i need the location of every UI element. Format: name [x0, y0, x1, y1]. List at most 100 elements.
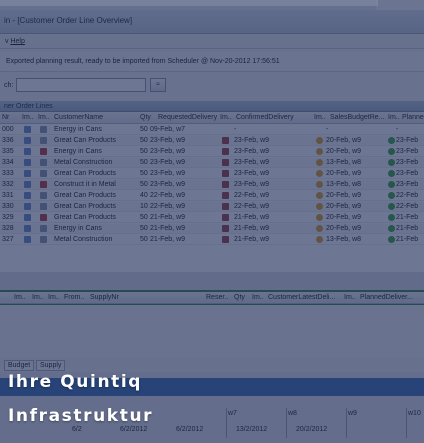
tab-budget[interactable]: Budget: [4, 360, 35, 371]
order-type-icon: [24, 137, 31, 144]
supply-grid-header: Im.. Im.. Im.. From.. SupplyNr Reser.. Q…: [0, 292, 424, 304]
cell-qty: 50: [140, 137, 148, 144]
cell-requested-delivery: 23-Feb, w9: [150, 137, 186, 144]
gantt-date-label: 13/2/2012: [236, 426, 268, 433]
column-header-requested-delivery[interactable]: RequestedDelivery: [158, 114, 217, 121]
sub-column-supply-nr[interactable]: SupplyNr: [90, 294, 119, 301]
truck-icon: [222, 203, 229, 210]
order-type-icon: [24, 159, 31, 166]
cell-requested-delivery: 22-Feb, w9: [150, 203, 186, 210]
cell-nr: 333: [2, 170, 14, 177]
order-type-icon: [24, 236, 31, 243]
cell-sales-budget: 20-Feb, w9: [326, 203, 362, 210]
table-row[interactable]: 336 Great Can Products 50 23-Feb, w9 23-Feb,…: [0, 136, 424, 146]
order-type-icon: [24, 170, 31, 177]
table-row[interactable]: 000 Energy in Cans 50 09-Feb, w7 - - -: [0, 125, 424, 135]
column-header-nr[interactable]: Nr: [2, 114, 9, 121]
cell-qty: 50: [140, 225, 148, 232]
cell-requested-delivery: 21-Feb, w9: [150, 214, 186, 221]
tab-bar: Budget Supply: [0, 358, 424, 372]
table-row[interactable]: 332 Construct it in Metal 50 23-Feb, w9 23-F…: [0, 180, 424, 190]
cell-nr: 327: [2, 236, 14, 243]
status-line: Exported planning result, ready to be im…: [0, 52, 424, 72]
cell-customer-name: Great Can Products: [54, 203, 116, 210]
menu-bar: v Help: [0, 35, 424, 49]
sub-column-im-3[interactable]: Im..: [48, 294, 60, 301]
gantt-week-label: w10: [408, 410, 421, 417]
cell-planned: 21-Feb: [396, 214, 419, 221]
sub-column-customer-latest-deli[interactable]: CustomerLatestDeli...: [268, 294, 335, 301]
column-header-sales-budget[interactable]: SalesBudgetRe...: [330, 114, 384, 121]
cell-sales-budget: 20-Feb, w9: [326, 137, 362, 144]
search-button[interactable]: ≈: [150, 78, 166, 92]
cell-confirmed-delivery: 23-Feb, w9: [234, 137, 270, 144]
column-header-im-1[interactable]: Im..: [22, 114, 34, 121]
top-strip: [0, 0, 424, 10]
product-icon: [40, 225, 47, 232]
table-row[interactable]: 333 Great Can Products 50 23-Feb, w9 23-Feb,…: [0, 169, 424, 179]
sub-column-from[interactable]: From..: [64, 294, 84, 301]
status-message: Exported planning result, ready to be im…: [6, 58, 280, 65]
lower-splitter[interactable]: [0, 272, 424, 290]
cell-planned: 23-Feb: [396, 181, 419, 188]
cell-customer-name: Metal Construction: [54, 159, 113, 166]
product-icon: [40, 236, 47, 243]
planned-status-icon: [388, 236, 395, 243]
column-header-confirmed-delivery[interactable]: ConfirmedDelivery: [236, 114, 294, 121]
cell-confirmed-delivery: 21-Feb, w9: [234, 225, 270, 232]
column-header-im-4[interactable]: Im..: [314, 114, 326, 121]
column-header-qty[interactable]: Qty: [140, 114, 151, 121]
gantt-week-label: w9: [348, 410, 357, 417]
column-header-customer-name[interactable]: CustomerName: [54, 114, 103, 121]
sub-column-qty[interactable]: Qty: [234, 294, 245, 301]
column-header-im-3[interactable]: Im..: [220, 114, 232, 121]
sub-column-reser[interactable]: Reser..: [206, 294, 228, 301]
table-row[interactable]: 329 Great Can Products 50 21-Feb, w9 21-Feb,…: [0, 213, 424, 223]
table-row[interactable]: 335 Energy in Cans 50 23-Feb, w9 23-Feb, w9 2…: [0, 147, 424, 157]
cell-qty: 50: [140, 126, 148, 133]
order-type-icon: [24, 203, 31, 210]
cell-qty: 50: [140, 181, 148, 188]
cell-confirmed-delivery: 23-Feb, w9: [234, 148, 270, 155]
cell-nr: 332: [2, 181, 14, 188]
sub-column-im-4[interactable]: Im..: [252, 294, 264, 301]
table-row[interactable]: 334 Metal Construction 50 23-Feb, w9 23-Feb,…: [0, 158, 424, 168]
gantt-week-divider: [286, 408, 287, 438]
supply-grid-body: [0, 305, 424, 357]
order-type-icon: [24, 192, 31, 199]
table-row[interactable]: 327 Metal Construction 50 21-Feb, w9 21-Feb,…: [0, 235, 424, 245]
cell-requested-delivery: 23-Feb, w9: [150, 148, 186, 155]
cell-sales-budget: -: [326, 126, 329, 133]
cell-planned: 23-Feb: [396, 159, 419, 166]
cell-sales-budget: 20-Feb, w9: [326, 225, 362, 232]
column-header-im-2[interactable]: Im..: [38, 114, 50, 121]
cell-nr: 330: [2, 203, 14, 210]
tab-supply[interactable]: Supply: [36, 360, 66, 371]
menu-help[interactable]: v Help: [5, 38, 25, 45]
cell-qty: 50: [140, 236, 148, 243]
sub-column-planned-deliver[interactable]: PlannedDeliver...: [360, 294, 413, 301]
search-label: ch:: [4, 82, 14, 89]
gantt-date-label: 6/2/2012: [176, 426, 204, 433]
search-input[interactable]: [16, 78, 146, 92]
truck-icon: [222, 225, 229, 232]
budget-status-icon: [316, 236, 323, 243]
budget-status-icon: [316, 192, 323, 199]
planned-status-icon: [388, 148, 395, 155]
cell-qty: 40: [140, 192, 148, 199]
table-row[interactable]: 330 Great Can Products 10 22-Feb, w9 22-Feb,…: [0, 202, 424, 212]
sub-column-im-5[interactable]: Im..: [344, 294, 356, 301]
cell-qty: 50: [140, 148, 148, 155]
column-header-im-5[interactable]: Im..: [388, 114, 400, 121]
cell-nr: 335: [2, 148, 14, 155]
cell-customer-name: Great Can Products: [54, 170, 116, 177]
sub-column-im-1[interactable]: Im..: [14, 294, 26, 301]
cell-nr: 334: [2, 159, 14, 166]
order-type-icon: [24, 126, 31, 133]
cell-planned: 23-Feb: [396, 137, 419, 144]
table-row[interactable]: 328 Energy in Cans 50 21-Feb, w9 21-Feb, w9 2…: [0, 224, 424, 234]
table-row[interactable]: 331 Great Can Products 40 22-Feb, w9 22-Feb,…: [0, 191, 424, 201]
sub-column-im-2[interactable]: Im..: [32, 294, 44, 301]
product-icon: [40, 159, 47, 166]
column-header-planned[interactable]: Planne: [402, 114, 424, 121]
